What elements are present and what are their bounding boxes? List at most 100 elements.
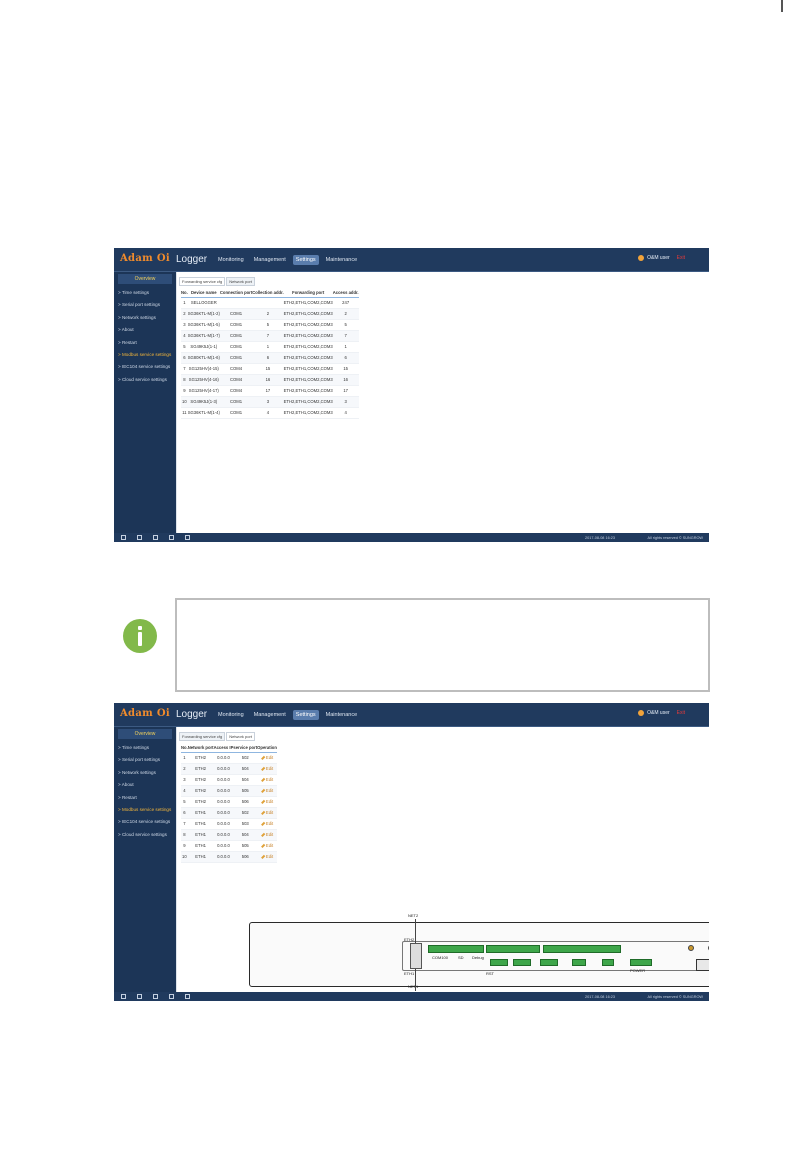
table-row: 3 ETH2 0.0.0.0 504 Edit xyxy=(181,774,277,786)
list-icon[interactable] xyxy=(137,535,142,540)
sidebar-item-modbus[interactable]: > Modbus service settings xyxy=(114,349,176,361)
sidebar-overview[interactable]: Overview xyxy=(118,274,172,284)
sidebar-item-about[interactable]: > About xyxy=(114,779,176,791)
table-row: 9 SG125HV(4-17) COM4 17 ETH2,ETH1,COM2,COM3 1… xyxy=(181,385,359,397)
list-icon[interactable] xyxy=(137,994,142,999)
edit-button[interactable]: Edit xyxy=(257,851,277,863)
edit-button[interactable]: Edit xyxy=(257,752,277,764)
table-cell: COM1 xyxy=(219,396,253,408)
table-cell: 4 xyxy=(332,407,359,419)
sidebar-item-restart[interactable]: > Restart xyxy=(114,337,176,349)
rst-label: RST xyxy=(486,971,494,976)
exit-link[interactable]: Exit xyxy=(677,255,685,261)
nav-settings[interactable]: Settings xyxy=(292,255,319,265)
table-cell: 3 xyxy=(332,396,359,408)
table-cell: 4 xyxy=(181,330,188,342)
table-cell: 6 xyxy=(181,352,188,364)
table-cell: ETH1 xyxy=(187,807,214,819)
tab-network-port[interactable]: Network port xyxy=(226,732,255,741)
sidebar-item-network[interactable]: > Network settings xyxy=(114,767,176,779)
col-forwarding-port: Forwarding port xyxy=(283,289,333,298)
sidebar-item-restart[interactable]: > Restart xyxy=(114,792,176,804)
table-cell: 1 xyxy=(181,752,188,764)
table-cell: COM4 xyxy=(219,374,253,386)
nav-maintenance[interactable]: Maintenance xyxy=(323,710,361,720)
table-cell: 0.0.0.0 xyxy=(213,840,234,852)
table-cell: 2 xyxy=(181,763,188,775)
edit-button[interactable]: Edit xyxy=(257,796,277,808)
save-icon[interactable] xyxy=(169,535,174,540)
table-cell: 6 xyxy=(252,352,284,364)
nav-settings[interactable]: Settings xyxy=(292,710,319,720)
edit-button[interactable]: Edit xyxy=(257,840,277,852)
sidebar-item-modbus[interactable]: > Modbus service settings xyxy=(114,804,176,816)
debug-label: Debug xyxy=(472,955,484,960)
table-cell: 503 xyxy=(233,818,258,830)
sidebar-item-cloud[interactable]: > Cloud service settings xyxy=(114,374,176,386)
table-cell: ETH2 xyxy=(187,763,214,775)
table-row: 8 SG125HV(4-16) COM4 16 ETH2,ETH1,COM2,COM3 1… xyxy=(181,374,359,386)
device-port-diagram: NET2 NET1 ETH2 ETH1 COM100 SD Debug RST … xyxy=(249,913,709,991)
table-row: 1 SELLOGGER ETH2,ETH1,COM2,COM3 247 xyxy=(181,297,359,309)
pencil-icon xyxy=(260,777,265,782)
col-collection-addr: Collection addr. xyxy=(252,289,284,298)
tab-forwarding-service[interactable]: Forwarding service cfg xyxy=(179,732,226,741)
table-cell: ETH1 xyxy=(187,851,214,863)
col-device-name: Device name xyxy=(187,289,220,298)
sidebar-item-iec104[interactable]: > IEC104 service settings xyxy=(114,816,176,828)
nav-maintenance[interactable]: Maintenance xyxy=(323,255,361,265)
status-bar: 2017-08-08 16:23 All rights reserved © S… xyxy=(114,992,709,1001)
table-row: 7 SG125HV(4-15) COM4 15 ETH2,ETH1,COM2,COM3 1… xyxy=(181,363,359,375)
table-cell: 505 xyxy=(233,840,258,852)
table-cell: 10 xyxy=(181,396,188,408)
edit-label: Edit xyxy=(265,799,274,804)
tool-icon[interactable] xyxy=(153,994,158,999)
sidebar-item-cloud[interactable]: > Cloud service settings xyxy=(114,829,176,841)
pencil-icon xyxy=(260,799,265,804)
table-cell: 1 xyxy=(332,341,359,353)
brand-logo: Adam Oi xyxy=(120,708,170,719)
save-icon[interactable] xyxy=(169,994,174,999)
home-icon[interactable] xyxy=(121,994,126,999)
nav-monitoring[interactable]: Monitoring xyxy=(215,255,247,265)
antenna-connector xyxy=(688,945,694,951)
sidebar-item-serial-port[interactable]: > Serial port settings xyxy=(114,299,176,311)
status-time: 2017-08-08 16:23 xyxy=(585,535,615,540)
sidebar-overview[interactable]: Overview xyxy=(118,729,172,739)
exit-link[interactable]: Exit xyxy=(677,710,685,716)
sidebar-item-serial-port[interactable]: > Serial port settings xyxy=(114,754,176,766)
sidebar-item-network[interactable]: > Network settings xyxy=(114,312,176,324)
sidebar-item-about[interactable]: > About xyxy=(114,324,176,336)
table-cell: 506 xyxy=(233,796,258,808)
table-cell: 4 xyxy=(181,785,188,797)
logger-screenshot-forwarding: Adam Oi Logger Monitoring Management Set… xyxy=(114,248,709,542)
sidebar-item-time[interactable]: > Time settings xyxy=(114,287,176,299)
edit-button[interactable]: Edit xyxy=(257,763,277,775)
edit-button[interactable]: Edit xyxy=(257,774,277,786)
table-row: 4 SG36KTL-M(1-7) COM1 7 ETH2,ETH1,COM2,COM3 7 xyxy=(181,330,359,342)
sidebar-item-time[interactable]: > Time settings xyxy=(114,742,176,754)
sidebar-item-iec104[interactable]: > IEC104 service settings xyxy=(114,361,176,373)
tab-bar: Forwarding service cfg Network port xyxy=(179,277,255,286)
nav-management[interactable]: Management xyxy=(251,255,289,265)
table-cell: 7 xyxy=(252,330,284,342)
print-icon[interactable] xyxy=(185,994,190,999)
nav-management[interactable]: Management xyxy=(251,710,289,720)
edit-button[interactable]: Edit xyxy=(257,807,277,819)
edit-button[interactable]: Edit xyxy=(257,829,277,841)
table-cell: 504 xyxy=(233,829,258,841)
table-cell: SG80KTL-M(1-6) xyxy=(187,352,220,364)
col-network-port: Network port xyxy=(187,744,214,753)
edit-button[interactable]: Edit xyxy=(257,785,277,797)
forwarding-table: No. Device name Connection port Collecti… xyxy=(181,289,359,419)
edit-button[interactable]: Edit xyxy=(257,818,277,830)
table-cell: 16 xyxy=(252,374,284,386)
tool-icon[interactable] xyxy=(153,535,158,540)
home-icon[interactable] xyxy=(121,535,126,540)
nav-monitoring[interactable]: Monitoring xyxy=(215,710,247,720)
tab-forwarding-service[interactable]: Forwarding service cfg xyxy=(179,277,226,286)
user-label: O&M user xyxy=(647,255,670,261)
tab-network-port[interactable]: Network port xyxy=(226,277,255,286)
status-time: 2017-08-08 16:23 xyxy=(585,994,615,999)
print-icon[interactable] xyxy=(185,535,190,540)
